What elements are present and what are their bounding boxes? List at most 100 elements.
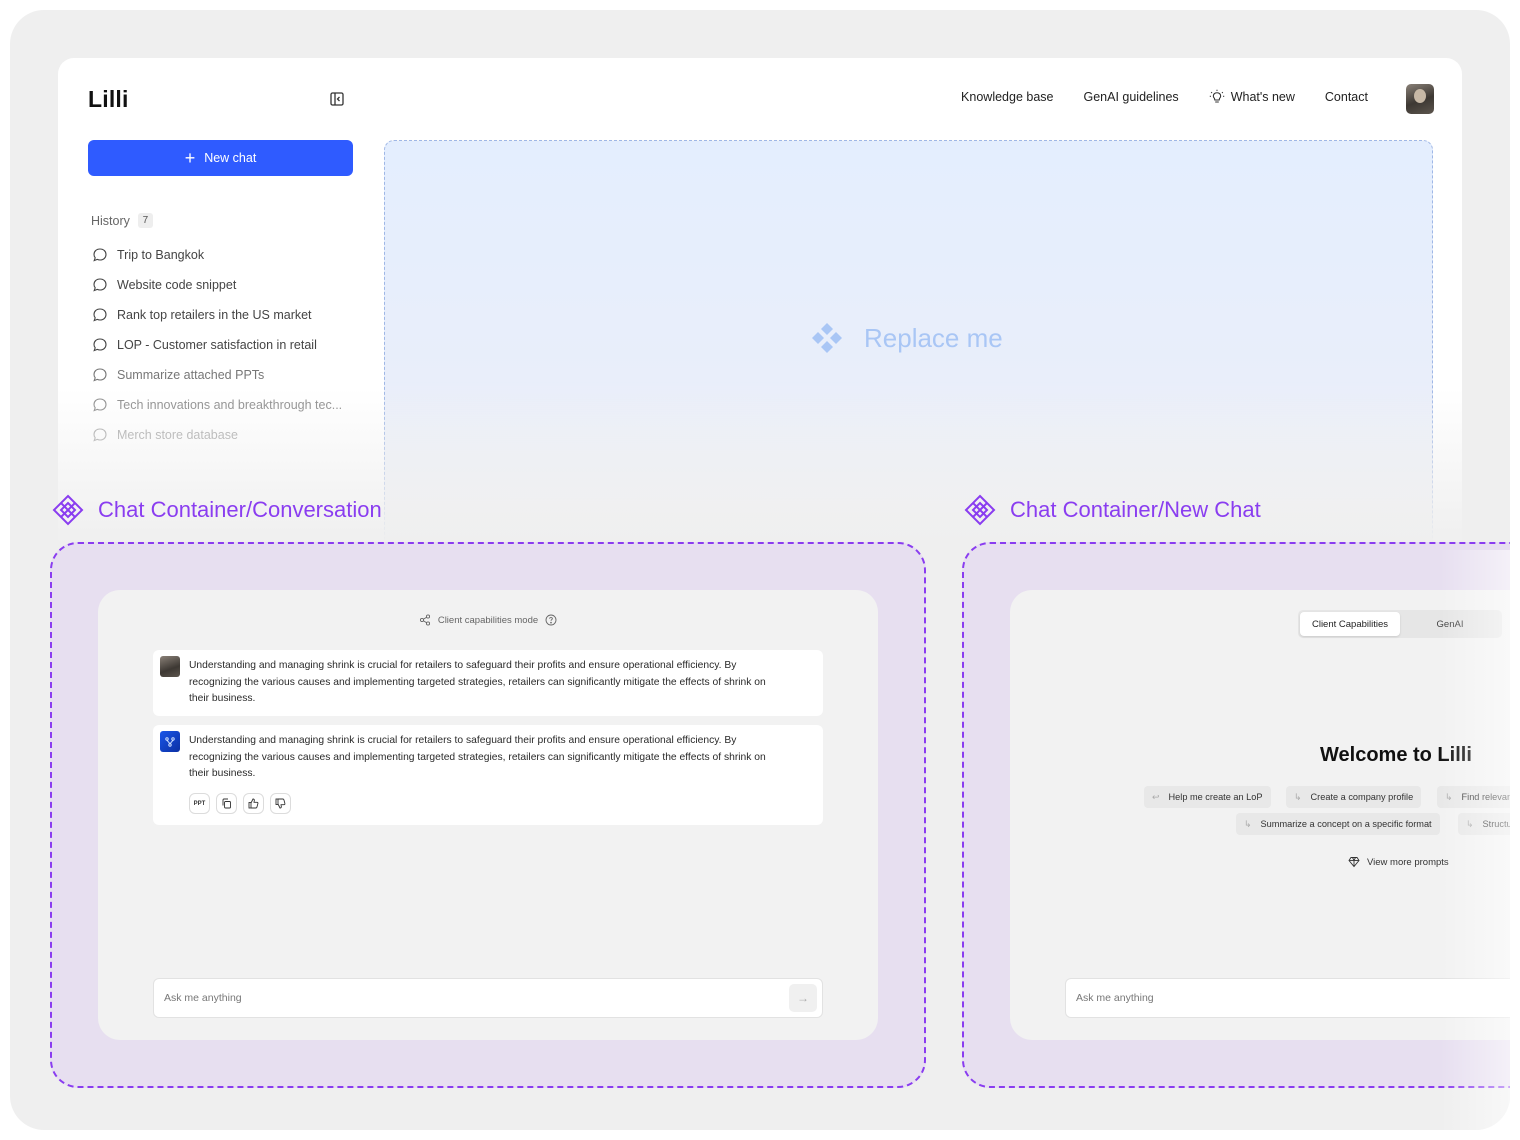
history-item-label: Tech innovations and breakthrough tec... <box>117 398 343 412</box>
lightbulb-icon <box>1209 89 1225 105</box>
copy-button[interactable] <box>216 793 237 814</box>
variant-conversation: Client capabilities mode Understanding a… <box>50 542 926 1088</box>
nav-contact[interactable]: Contact <box>1325 90 1368 104</box>
prompt-chip-label: Find relevant <box>1461 792 1510 802</box>
plus-icon: + <box>184 148 196 168</box>
prompt-chip[interactable]: ↳ Summarize a concept on a specific form… <box>1236 813 1440 835</box>
sidebar-collapse-icon[interactable] <box>328 90 346 108</box>
user-message-text: Understanding and managing shrink is cru… <box>189 660 766 704</box>
history-count-badge: 7 <box>137 213 153 228</box>
history-item[interactable]: Rank top retailers in the US market <box>92 300 362 330</box>
thumbs-down-icon <box>275 798 286 809</box>
return-arrow-icon: ↳ <box>1294 791 1302 802</box>
chat-bubble-icon <box>92 277 108 293</box>
placeholder-slot: Replace me <box>384 140 1433 558</box>
prompt-chip[interactable]: ↳ Find relevant <box>1437 786 1510 808</box>
thumbs-down-button[interactable] <box>270 793 291 814</box>
app-window: Lilli Knowledge base GenAI guidelines Wh… <box>58 58 1462 558</box>
history-item[interactable]: Merch store database <box>92 420 362 450</box>
history-item[interactable]: Tech innovations and breakthrough tec... <box>92 390 362 420</box>
ppt-label: PPT <box>193 800 206 807</box>
prompt-chip-label: Structu <box>1482 819 1510 829</box>
copy-icon <box>221 798 232 809</box>
history-item-label: LOP - Customer satisfaction in retail <box>117 338 317 352</box>
return-arrow-icon: ↩ <box>1152 791 1160 802</box>
return-arrow-icon: ↳ <box>1466 818 1474 829</box>
new-chat-button[interactable]: + New chat <box>88 140 353 176</box>
top-nav: Knowledge base GenAI guidelines What's n… <box>961 89 1368 105</box>
chat-bubble-icon <box>92 337 108 353</box>
send-button[interactable]: → <box>789 984 817 1012</box>
chat-input-box <box>1065 978 1510 1018</box>
welcome-heading: Welcome to Lilli <box>1320 744 1472 766</box>
component-title: Chat Container/New Chat <box>1010 497 1261 522</box>
chat-bubble-icon <box>92 367 108 383</box>
design-canvas: Lilli Knowledge base GenAI guidelines Wh… <box>10 10 1510 1130</box>
component-diamond-icon <box>52 494 84 526</box>
component-label-conversation: Chat Container/Conversation <box>52 494 382 526</box>
chat-bubble-icon <box>92 307 108 323</box>
prompt-chip-label: Help me create an LoP <box>1168 792 1263 802</box>
history-item-label: Website code snippet <box>117 278 237 292</box>
history-title: History <box>91 213 130 228</box>
nav-genai-guidelines[interactable]: GenAI guidelines <box>1083 90 1178 104</box>
lilli-avatar-icon <box>160 731 180 752</box>
history-item[interactable]: Summarize attached PPTs <box>92 360 362 390</box>
chat-bubble-icon <box>92 427 108 443</box>
share-icon <box>419 614 431 626</box>
message-actions: PPT <box>189 793 291 814</box>
view-more-prompts-link[interactable]: View more prompts <box>1348 856 1449 868</box>
mode-toggle: Client Capabilities GenAI <box>1298 610 1502 638</box>
placeholder-label: Replace me <box>810 321 1003 355</box>
history-item-label: Merch store database <box>117 428 238 442</box>
ppt-export-button[interactable]: PPT <box>189 793 210 814</box>
new-chat-label: New chat <box>204 151 257 165</box>
chat-bubble-icon <box>92 397 108 413</box>
history-item-label: Rank top retailers in the US market <box>117 308 312 322</box>
ai-message-text: Understanding and managing shrink is cru… <box>189 735 766 779</box>
history-item[interactable]: Website code snippet <box>92 270 362 300</box>
nav-knowledge-base[interactable]: Knowledge base <box>961 90 1053 104</box>
history-item-label: Trip to Bangkok <box>117 248 205 262</box>
chat-input-box: → <box>153 978 823 1018</box>
gem-icon <box>1348 856 1360 868</box>
nav-whats-new[interactable]: What's new <box>1209 89 1295 105</box>
ai-message: Understanding and managing shrink is cru… <box>153 725 823 825</box>
chat-bubble-icon <box>92 247 108 263</box>
thumbs-up-icon <box>248 798 259 809</box>
component-diamond-icon <box>964 494 996 526</box>
tab-client-capabilities[interactable]: Client Capabilities <box>1300 612 1400 636</box>
mode-indicator: Client capabilities mode <box>98 614 878 626</box>
chat-container-new-chat: Client Capabilities GenAI Welcome to Lil… <box>1010 590 1510 1040</box>
placeholder-text: Replace me <box>864 322 1003 353</box>
thumbs-up-button[interactable] <box>243 793 264 814</box>
help-circle-icon[interactable] <box>545 614 557 626</box>
component-instance-icon <box>810 321 844 355</box>
return-arrow-icon: ↳ <box>1244 818 1252 829</box>
prompt-chip[interactable]: ↳ Create a company profile <box>1286 786 1422 808</box>
nav-whats-new-label: What's new <box>1230 90 1295 104</box>
prompt-chip[interactable]: ↩ Help me create an LoP <box>1144 786 1271 808</box>
return-arrow-icon: ↳ <box>1445 791 1453 802</box>
user-message: Understanding and managing shrink is cru… <box>153 650 823 716</box>
history-item-label: Summarize attached PPTs <box>117 368 265 382</box>
view-more-label: View more prompts <box>1367 856 1449 868</box>
history-header: History 7 <box>91 213 153 228</box>
component-title: Chat Container/Conversation <box>98 497 382 522</box>
history-list: Trip to Bangkok Website code snippet Rank … <box>92 240 362 450</box>
arrow-right-icon: → <box>797 991 809 1005</box>
history-item[interactable]: Trip to Bangkok <box>92 240 362 270</box>
component-label-new-chat: Chat Container/New Chat <box>964 494 1261 526</box>
variant-new-chat: Client Capabilities GenAI Welcome to Lil… <box>962 542 1510 1088</box>
prompt-chip[interactable]: ↳ Structu <box>1458 813 1510 835</box>
chat-input[interactable] <box>1076 979 1510 1017</box>
history-item[interactable]: LOP - Customer satisfaction in retail <box>92 330 362 360</box>
chat-container-conversation: Client capabilities mode Understanding a… <box>98 590 878 1040</box>
chat-input[interactable] <box>164 979 764 1017</box>
prompt-chip-label: Create a company profile <box>1310 792 1414 802</box>
tab-genai[interactable]: GenAI <box>1400 612 1500 636</box>
prompt-chip-label: Summarize a concept on a specific format <box>1260 819 1432 829</box>
user-avatar[interactable] <box>1406 84 1434 114</box>
app-logo: Lilli <box>88 86 129 112</box>
mode-label: Client capabilities mode <box>437 614 539 626</box>
